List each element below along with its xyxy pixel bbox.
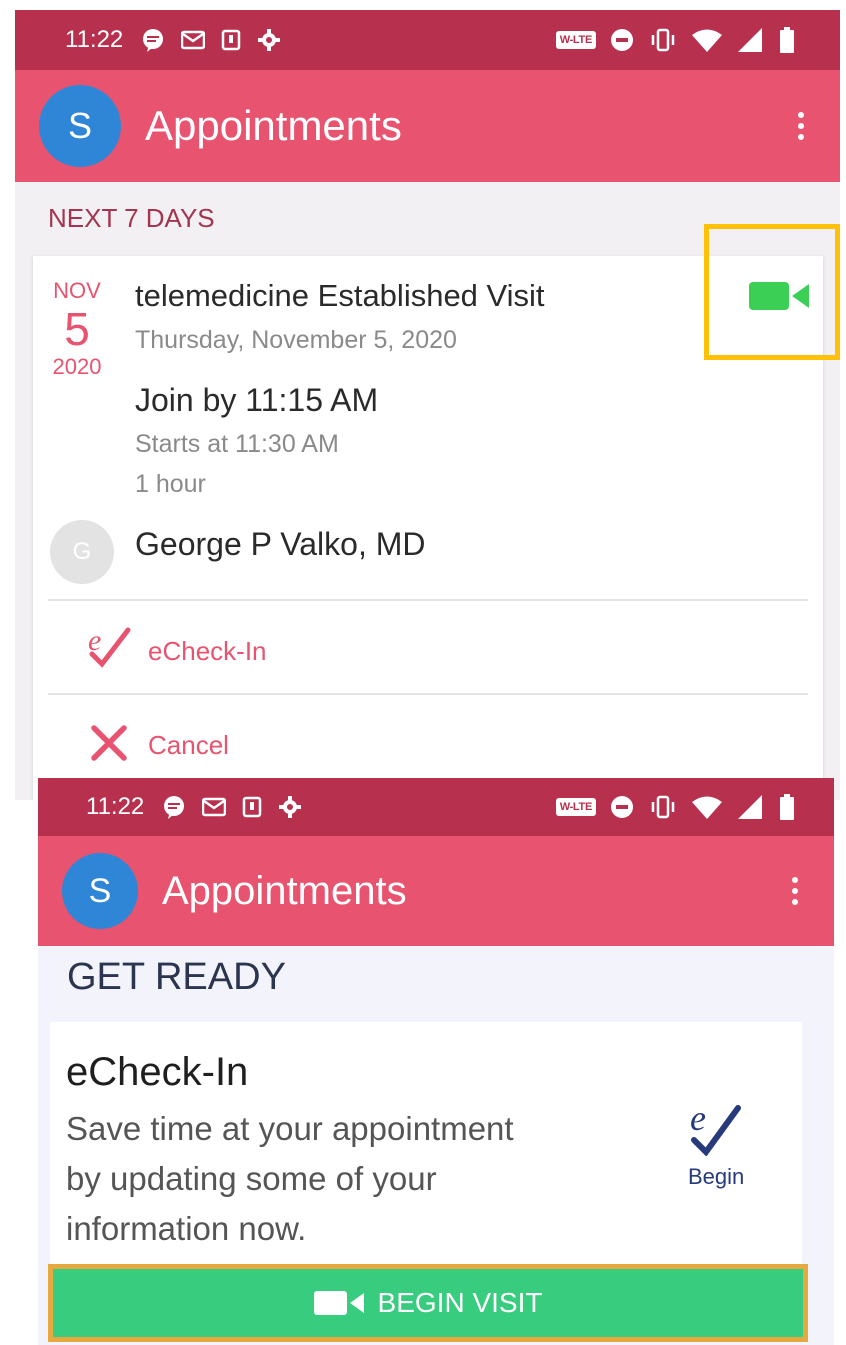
echeckin-card[interactable]: eCheck-In Save time at your appointment … — [50, 1022, 802, 1272]
cancel-label: Cancel — [148, 730, 229, 760]
profile-avatar[interactable]: S — [62, 853, 138, 929]
more-options-icon[interactable] — [798, 112, 804, 140]
provider-avatar: G — [50, 520, 114, 584]
echeckin-icon: e — [86, 624, 132, 673]
gmail-icon — [202, 797, 227, 817]
section-label: GET READY — [67, 956, 286, 998]
vibrate-icon — [650, 795, 676, 819]
top-screenshot: 11:22 W-LTE S Appointments NEXT 7 DAYS N… — [15, 10, 840, 800]
begin-visit-button[interactable]: BEGIN VISIT — [48, 1264, 808, 1342]
echeckin-icon: e — [686, 1098, 742, 1161]
echeckin-description-line-1: Save time at your appointment — [66, 1110, 514, 1147]
wifi-icon — [692, 28, 722, 52]
wifi-icon — [692, 795, 722, 819]
battery-icon — [780, 794, 794, 820]
join-by-time: Join by 11:15 AM — [135, 382, 379, 418]
echeckin-action[interactable]: e eCheck-In — [48, 602, 808, 694]
battery-icon — [780, 27, 794, 53]
gmail-icon — [181, 30, 206, 50]
echeckin-description-line-2: by updating some of your — [66, 1160, 437, 1197]
page-title: Appointments — [162, 868, 407, 913]
cancel-action[interactable]: Cancel — [48, 696, 808, 788]
divider — [48, 599, 808, 601]
signal-icon — [738, 28, 764, 52]
status-bar: 11:22 W-LTE — [15, 10, 840, 70]
do-not-disturb-icon — [610, 795, 634, 819]
section-label: NEXT 7 DAYS — [48, 203, 215, 233]
settings-icon — [257, 28, 281, 52]
bottom-screenshot: 11:22 W-LTE S Appointments GET READY eCh… — [38, 778, 834, 1345]
echeckin-title: eCheck-In — [66, 1050, 249, 1094]
appointment-title: telemedicine Established Visit — [135, 278, 545, 313]
provider-name: George P Valko, MD — [135, 526, 426, 562]
signal-icon — [738, 795, 764, 819]
app-bar: S Appointments — [38, 836, 834, 946]
divider — [48, 693, 808, 695]
message-icon — [141, 28, 165, 52]
settings-icon — [278, 795, 302, 819]
appointment-date: Thursday, November 5, 2020 — [135, 326, 457, 354]
date-month: NOV — [53, 278, 101, 303]
profile-avatar[interactable]: S — [39, 85, 121, 167]
vibrate-icon — [650, 28, 676, 52]
duration: 1 hour — [135, 470, 206, 498]
video-icon-highlight — [704, 224, 840, 360]
date-day: 5 — [64, 303, 90, 355]
app-bar: S Appointments — [15, 70, 840, 182]
download-icon — [221, 29, 241, 51]
svg-text:e: e — [88, 624, 101, 657]
status-bar: 11:22 W-LTE — [38, 778, 834, 836]
more-options-icon[interactable] — [792, 877, 798, 905]
status-time: 11:22 — [65, 26, 124, 53]
date-year: 2020 — [52, 354, 102, 379]
network-badge: W-LTE — [555, 31, 596, 49]
echeckin-begin-button[interactable]: e Begin — [662, 1098, 762, 1200]
network-badge: W-LTE — [555, 798, 596, 816]
svg-text:e: e — [690, 1100, 706, 1138]
start-time: Starts at 11:30 AM — [135, 430, 339, 458]
close-icon — [90, 724, 128, 767]
do-not-disturb-icon — [610, 28, 634, 52]
status-time: 11:22 — [86, 793, 145, 820]
download-icon — [242, 796, 262, 818]
message-icon — [162, 795, 186, 819]
begin-visit-label: BEGIN VISIT — [377, 1287, 543, 1318]
page-title: Appointments — [145, 102, 402, 149]
echeckin-label: eCheck-In — [148, 636, 267, 666]
echeckin-begin-label: Begin — [688, 1164, 745, 1189]
video-camera-icon — [313, 1290, 364, 1316]
echeckin-description-line-3: information now. — [66, 1210, 307, 1247]
